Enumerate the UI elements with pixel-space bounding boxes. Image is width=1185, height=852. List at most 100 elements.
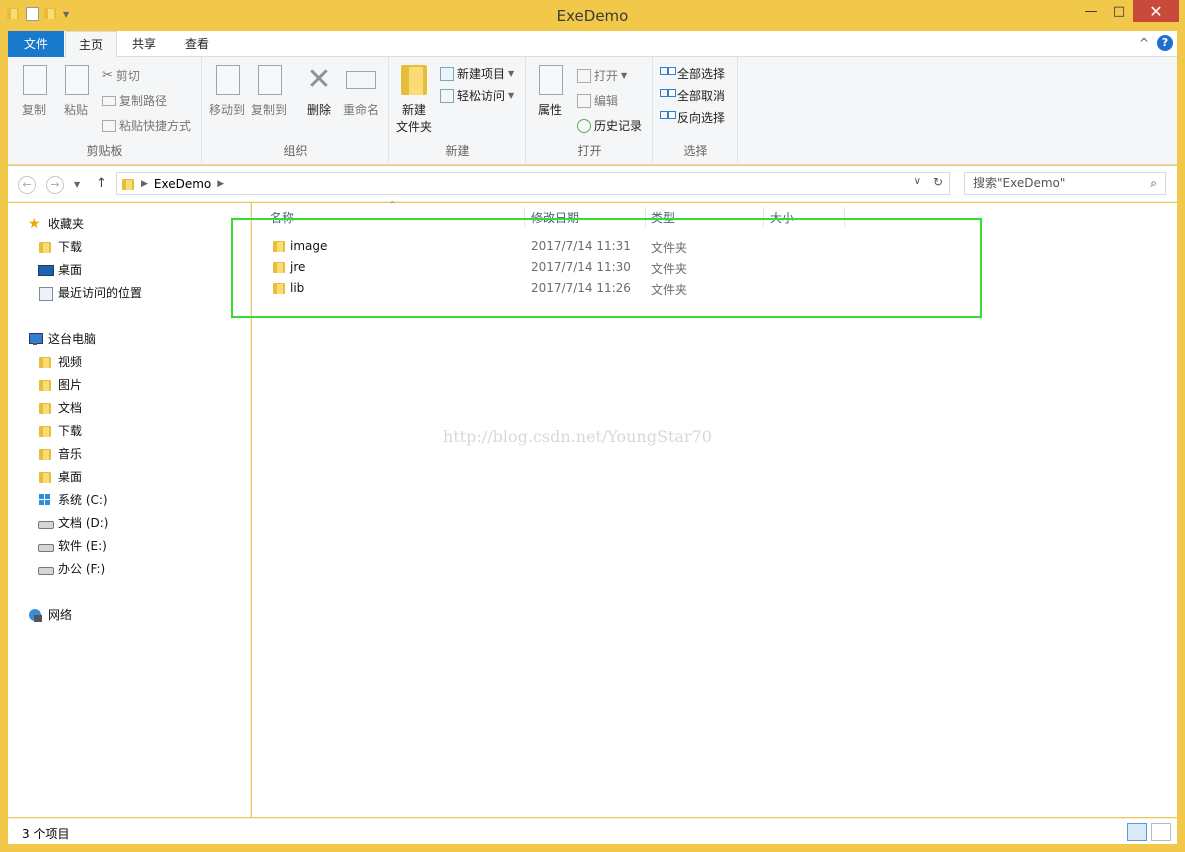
history-icon: [577, 118, 591, 133]
paste-shortcut-button[interactable]: 粘贴快捷方式: [102, 117, 191, 134]
maximize-button[interactable]: □: [1105, 0, 1133, 22]
documents-folder-icon: [38, 401, 52, 415]
breadcrumb-item[interactable]: ExeDemo: [154, 177, 211, 191]
nav-item-desktop-pc[interactable]: 桌面: [38, 468, 82, 485]
nav-favorites[interactable]: ★ 收藏夹: [28, 215, 84, 232]
minimize-button[interactable]: —: [1077, 0, 1105, 22]
nav-item-downloads-pc[interactable]: 下载: [38, 422, 82, 439]
nav-item-drive-f[interactable]: 办公 (F:): [38, 560, 105, 577]
address-box[interactable]: ▶ ExeDemo ▶ ∨ ↻: [116, 172, 950, 195]
edit-button[interactable]: 编辑: [577, 92, 618, 109]
new-item-icon: [440, 66, 454, 81]
nav-item-documents[interactable]: 文档: [38, 399, 82, 416]
downloads-folder-icon: [38, 240, 52, 254]
tab-view[interactable]: 查看: [171, 31, 223, 57]
tab-file[interactable]: 文件: [8, 31, 64, 57]
desktop-folder-icon: [38, 470, 52, 484]
nav-item-videos[interactable]: 视频: [38, 353, 82, 370]
delete-button[interactable]: ✕ 删除: [301, 63, 337, 118]
dropdown-arrow-icon: ▼: [621, 71, 628, 80]
window-title: ExeDemo: [556, 7, 629, 25]
highlight-box: [231, 218, 982, 318]
item-count: 3 个项目: [22, 827, 70, 841]
move-to-icon: [212, 63, 242, 97]
rename-icon: [346, 71, 376, 89]
paste-icon: [61, 63, 91, 97]
view-switcher: [1127, 823, 1171, 841]
nav-this-pc[interactable]: 这台电脑: [28, 330, 96, 347]
select-none-button[interactable]: 全部取消: [660, 87, 725, 104]
star-icon: ★: [28, 215, 41, 232]
recent-places-icon: [38, 286, 53, 301]
open-group: 属性 打开 ▼ 编辑 历史记录 打开: [527, 57, 653, 163]
copy-path-button[interactable]: 复制路径: [102, 92, 167, 109]
status-bar: 3 个项目: [8, 818, 1177, 844]
nav-network[interactable]: 网络: [28, 606, 72, 623]
nav-item-drive-d[interactable]: 文档 (D:): [38, 514, 108, 531]
tab-home[interactable]: 主页: [65, 31, 117, 58]
clipboard-group: 复制 粘贴 ✂ 剪切 复制路径 粘贴快捷方式 剪贴板: [8, 57, 202, 163]
cut-button[interactable]: ✂ 剪切: [102, 67, 140, 84]
details-view-icon[interactable]: [1127, 823, 1147, 841]
desktop-icon: [38, 263, 54, 277]
computer-icon: [28, 332, 43, 346]
drive-icon: [38, 539, 54, 553]
network-icon: [28, 608, 42, 622]
copy-icon: [19, 63, 49, 97]
back-button[interactable]: ←: [18, 176, 36, 194]
invert-selection-icon: [660, 110, 674, 125]
folder-icon: [121, 177, 135, 191]
organize-group-label: 组织: [283, 144, 308, 158]
dropdown-arrow-icon: ▼: [508, 69, 515, 78]
nav-item-recent[interactable]: 最近访问的位置: [38, 284, 142, 301]
address-bar-area: ← → ▼ ↑ ▶ ExeDemo ▶ ∨ ↻ 搜索"ExeDemo" ⌕: [8, 166, 1177, 202]
music-folder-icon: [38, 447, 52, 461]
new-folder-button[interactable]: 新建 文件夹: [394, 63, 434, 135]
properties-button[interactable]: 属性: [533, 63, 567, 118]
nav-item-desktop[interactable]: 桌面: [38, 261, 82, 278]
open-icon: [577, 68, 591, 83]
nav-item-pictures[interactable]: 图片: [38, 376, 82, 393]
rename-button[interactable]: 重命名: [341, 63, 381, 118]
paste-shortcut-icon: [102, 119, 116, 132]
search-icon[interactable]: ⌕: [1150, 173, 1157, 194]
copy-button[interactable]: 复制: [16, 63, 52, 118]
nav-item-drive-c[interactable]: 系统 (C:): [38, 491, 108, 508]
title-bar: ▼ ExeDemo — □ ✕: [0, 0, 1185, 30]
breadcrumb-chevron-icon[interactable]: ▶: [217, 179, 224, 189]
close-button[interactable]: ✕: [1133, 0, 1179, 22]
window-controls: — □ ✕: [1077, 0, 1179, 22]
new-group: 新建 文件夹 新建项目 ▼ 轻松访问 ▼ 新建: [390, 57, 526, 163]
easy-access-button[interactable]: 轻松访问 ▼: [440, 87, 514, 104]
new-item-button[interactable]: 新建项目 ▼: [440, 65, 514, 82]
nav-item-downloads[interactable]: 下载: [38, 238, 82, 255]
edit-icon: [577, 93, 591, 108]
breadcrumb-chevron-icon[interactable]: ▶: [141, 179, 148, 189]
open-button[interactable]: 打开 ▼: [577, 67, 627, 84]
history-button[interactable]: 历史记录: [577, 117, 642, 134]
copy-to-button[interactable]: 复制到: [249, 63, 289, 118]
open-group-label: 打开: [577, 144, 602, 158]
copy-path-icon: [102, 95, 116, 106]
address-dropdown-icon[interactable]: ∨: [914, 176, 921, 187]
invert-selection-button[interactable]: 反向选择: [660, 109, 725, 126]
nav-item-drive-e[interactable]: 软件 (E:): [38, 537, 107, 554]
scissors-icon: ✂: [102, 68, 113, 83]
large-icons-view-icon[interactable]: [1151, 823, 1171, 841]
recent-locations-icon[interactable]: ▼: [74, 180, 80, 189]
explorer-window: ▼ ExeDemo — □ ✕ 文件 主页 共享 查看 ^ ? 复制 粘贴 ✂ …: [0, 0, 1185, 852]
collapse-ribbon-icon[interactable]: ^: [1139, 36, 1149, 50]
forward-button[interactable]: →: [46, 176, 64, 194]
search-input[interactable]: 搜索"ExeDemo" ⌕: [964, 172, 1166, 195]
select-all-button[interactable]: 全部选择: [660, 65, 725, 82]
nav-item-music[interactable]: 音乐: [38, 445, 82, 462]
up-arrow-icon[interactable]: ↑: [96, 176, 107, 191]
new-group-label: 新建: [445, 144, 470, 158]
move-to-button[interactable]: 移动到: [207, 63, 247, 118]
refresh-icon[interactable]: ↻: [933, 175, 943, 189]
tab-share[interactable]: 共享: [118, 31, 170, 57]
paste-button[interactable]: 粘贴: [58, 63, 94, 118]
drive-icon: [38, 562, 54, 576]
help-icon[interactable]: ?: [1157, 35, 1173, 51]
navigation-pane: ★ 收藏夹 下载 桌面 最近访问的位置 这台电脑 视频 图片 文档 下载 音乐 …: [8, 203, 251, 817]
